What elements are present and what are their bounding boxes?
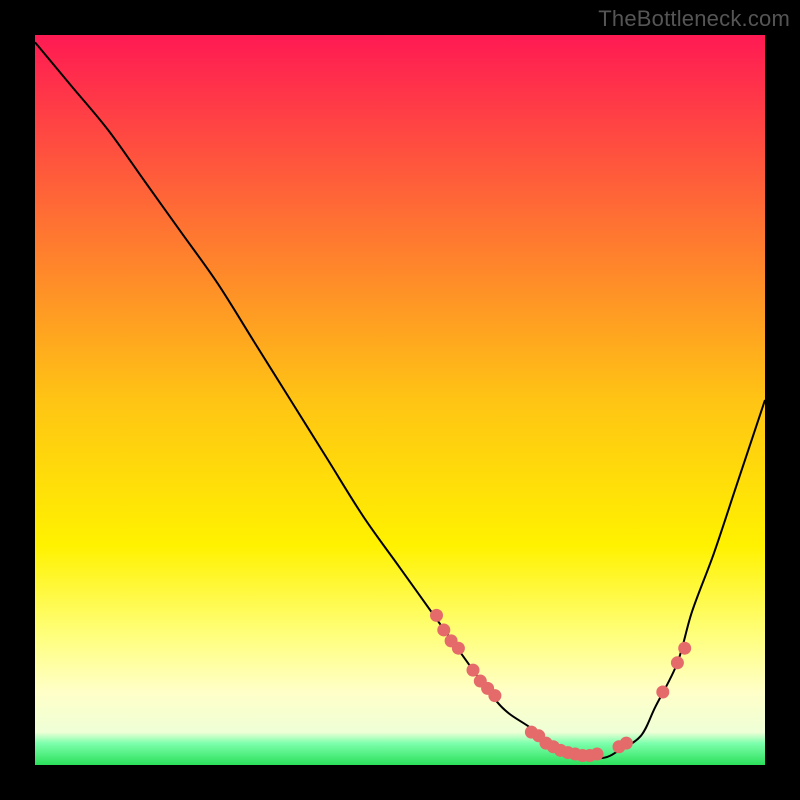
chart-frame: TheBottleneck.com [0, 0, 800, 800]
data-marker [467, 664, 480, 677]
plot-area [35, 35, 765, 765]
data-marker [591, 748, 604, 761]
data-marker [437, 623, 450, 636]
curve-layer [35, 35, 765, 765]
data-marker [671, 656, 684, 669]
watermark-label: TheBottleneck.com [598, 6, 790, 32]
data-marker [678, 642, 691, 655]
data-marker [620, 737, 633, 750]
data-marker [656, 686, 669, 699]
markers-group [430, 609, 691, 762]
data-marker [452, 642, 465, 655]
data-marker [488, 689, 501, 702]
data-marker [430, 609, 443, 622]
bottleneck-curve [35, 42, 765, 758]
